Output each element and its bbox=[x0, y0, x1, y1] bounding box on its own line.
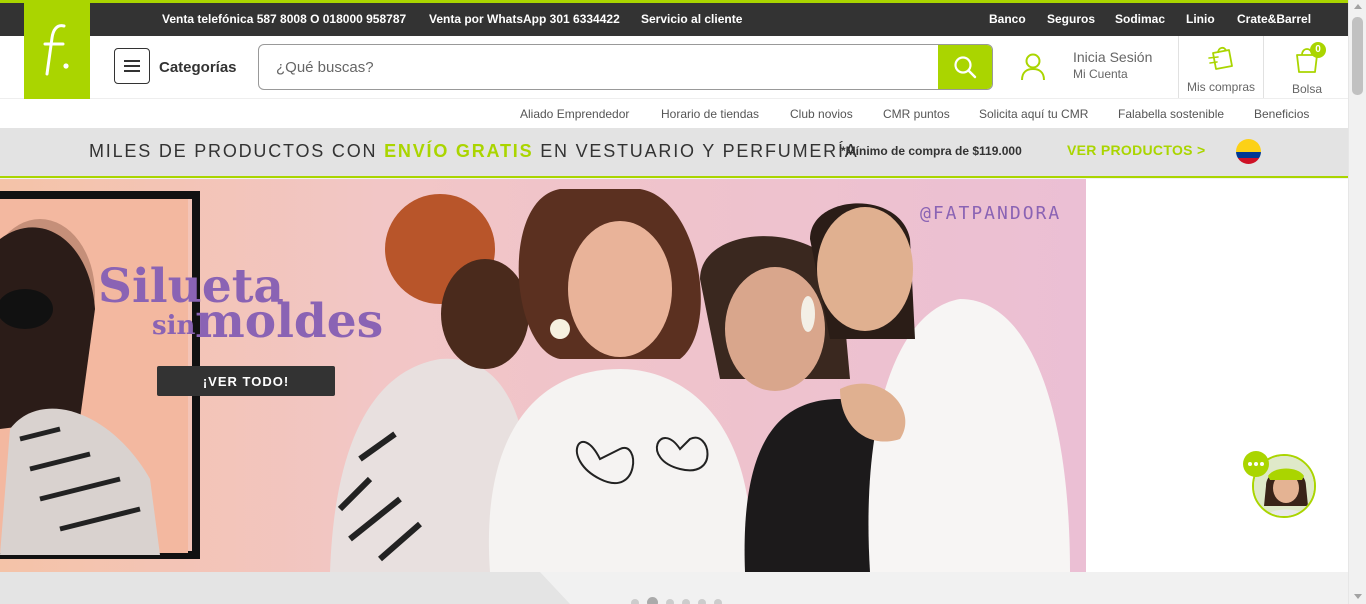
topbar-banco[interactable]: Banco bbox=[989, 12, 1026, 26]
chat-assistant-button[interactable] bbox=[1243, 451, 1319, 521]
shopping-bag-icon bbox=[1208, 46, 1233, 70]
subnav-club-novios[interactable]: Club novios bbox=[790, 107, 853, 121]
banner-title-sin: sin bbox=[152, 311, 196, 341]
banner-title-line2: moldes bbox=[195, 294, 383, 349]
bag-button[interactable]: 0 Bolsa bbox=[1266, 42, 1348, 96]
search-button[interactable] bbox=[938, 45, 992, 89]
colombia-flag-icon bbox=[1236, 139, 1261, 164]
topbar-phone-sales[interactable]: Venta telefónica 587 8008 O 018000 95878… bbox=[162, 12, 406, 26]
promo-highlight: ENVÍO GRATIS bbox=[384, 141, 534, 161]
subnav-falabella-sostenible[interactable]: Falabella sostenible bbox=[1118, 107, 1224, 121]
topbar-seguros[interactable]: Seguros bbox=[1047, 12, 1095, 26]
carousel-dot[interactable] bbox=[631, 598, 639, 604]
scroll-down-arrow-icon[interactable] bbox=[1354, 594, 1362, 599]
categories-label[interactable]: Categorías bbox=[159, 59, 237, 76]
topbar-customer-service[interactable]: Servicio al cliente bbox=[641, 12, 742, 26]
bag-label: Bolsa bbox=[1291, 82, 1323, 96]
my-orders-button[interactable]: Mis compras bbox=[1180, 44, 1262, 94]
promo-message: MILES DE PRODUCTOS CON ENVÍO GRATIS EN V… bbox=[89, 141, 859, 162]
page: Venta telefónica 587 8008 O 018000 95878… bbox=[0, 0, 1366, 604]
falabella-logo-icon bbox=[43, 23, 69, 75]
secondary-nav: Aliado Emprendedor Horario de tiendas Cl… bbox=[0, 98, 1348, 128]
bag-count-badge: 0 bbox=[1310, 42, 1326, 58]
scroll-up-arrow-icon[interactable] bbox=[1354, 4, 1362, 9]
carousel-dot[interactable] bbox=[698, 598, 706, 604]
carousel-dot[interactable] bbox=[666, 598, 674, 604]
top-utility-bar: Venta telefónica 587 8008 O 018000 95878… bbox=[0, 3, 1348, 36]
banner-view-all-button[interactable]: ¡VER TODO! bbox=[157, 366, 335, 396]
topbar-linio[interactable]: Linio bbox=[1186, 12, 1215, 26]
hamburger-icon bbox=[124, 60, 140, 72]
hero-banner[interactable]: Silueta sin moldes @FATPANDORA ¡VER TODO… bbox=[0, 179, 1086, 572]
categories-menu-button[interactable] bbox=[114, 48, 150, 84]
subnav-cmr-puntos[interactable]: CMR puntos bbox=[883, 107, 950, 121]
falabella-logo[interactable] bbox=[24, 0, 90, 99]
carousel-dot-active[interactable] bbox=[647, 597, 658, 604]
carousel-dot[interactable] bbox=[682, 598, 690, 604]
header-divider bbox=[1263, 36, 1264, 98]
subnav-beneficios[interactable]: Beneficios bbox=[1254, 107, 1309, 121]
carousel-dot[interactable] bbox=[714, 598, 722, 604]
free-shipping-strip: MILES DE PRODUCTOS CON ENVÍO GRATIS EN V… bbox=[0, 128, 1348, 178]
subnav-aliado-emprendedor[interactable]: Aliado Emprendedor bbox=[520, 107, 629, 121]
topbar-whatsapp-sales[interactable]: Venta por WhatsApp 301 6334422 bbox=[429, 12, 620, 26]
promo-minimum: *Mínimo de compra de $119.000 bbox=[841, 144, 1022, 158]
hero-banner-image: Silueta sin moldes @FATPANDORA ¡VER TODO… bbox=[0, 179, 1086, 572]
promo-text-before: MILES DE PRODUCTOS CON bbox=[89, 141, 385, 161]
search-bar bbox=[258, 44, 993, 90]
my-orders-label: Mis compras bbox=[1186, 80, 1255, 94]
chat-bubble-icon bbox=[1243, 451, 1269, 477]
topbar-crate-barrel[interactable]: Crate&Barrel bbox=[1237, 12, 1311, 26]
login-label[interactable]: Inicia Sesión bbox=[1073, 49, 1152, 65]
page-scrollbar[interactable] bbox=[1348, 0, 1366, 604]
scroll-thumb[interactable] bbox=[1352, 17, 1363, 95]
promo-text-after: EN VESTUARIO Y PERFUMERÍA bbox=[533, 141, 859, 161]
topbar-sodimac[interactable]: Sodimac bbox=[1115, 12, 1165, 26]
bag-icon-wrap: 0 bbox=[1293, 42, 1326, 74]
see-products-link[interactable]: VER PRODUCTOS > bbox=[1067, 142, 1205, 158]
search-icon bbox=[954, 56, 977, 79]
my-account-label[interactable]: Mi Cuenta bbox=[1073, 67, 1152, 81]
banner-handle: @FATPANDORA bbox=[920, 203, 1061, 224]
banner-button-label[interactable]: ¡VER TODO! bbox=[203, 374, 289, 389]
below-banner-wedge bbox=[0, 572, 570, 604]
header-divider bbox=[1178, 36, 1179, 98]
search-input[interactable] bbox=[259, 45, 939, 89]
user-icon[interactable] bbox=[1019, 52, 1047, 82]
subnav-solicita-cmr[interactable]: Solicita aquí tu CMR bbox=[979, 107, 1088, 121]
carousel-dots bbox=[631, 597, 722, 604]
main-header: Categorías Inicia Sesión Mi Cuenta bbox=[0, 36, 1348, 98]
subnav-horario-tiendas[interactable]: Horario de tiendas bbox=[661, 107, 759, 121]
account-login[interactable]: Inicia Sesión Mi Cuenta bbox=[1073, 49, 1152, 81]
